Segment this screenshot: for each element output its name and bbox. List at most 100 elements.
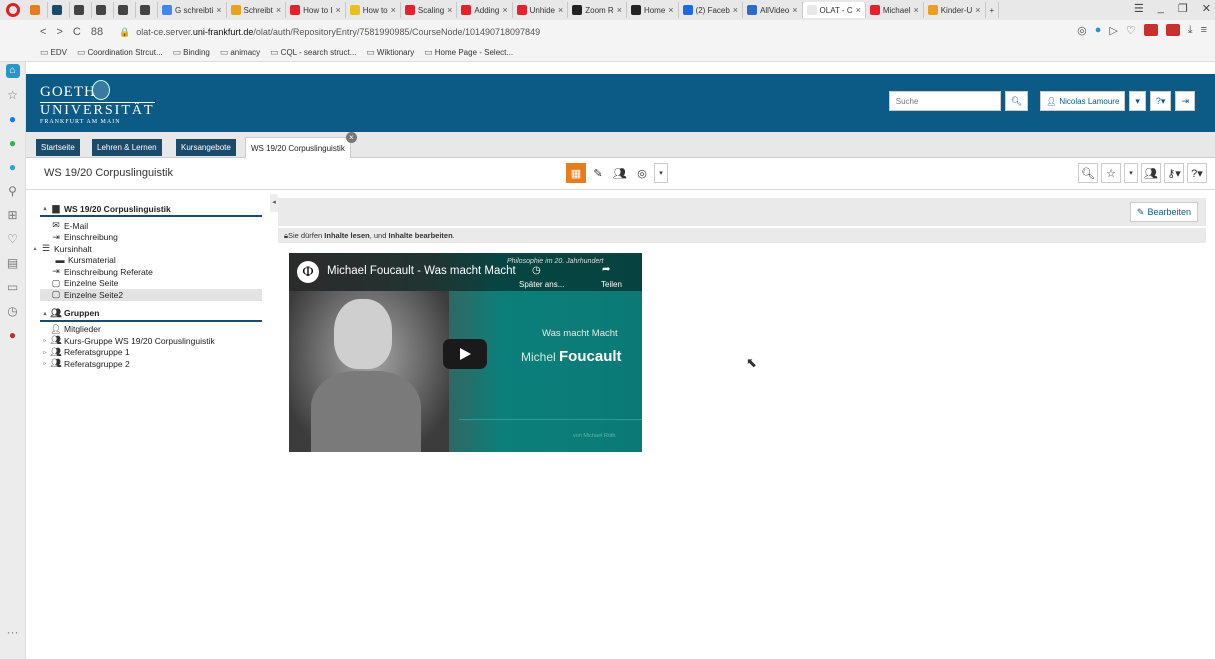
more-icon[interactable]: ···	[7, 625, 19, 639]
play-button[interactable]	[443, 339, 487, 369]
close-tab-icon[interactable]: ×	[216, 5, 221, 15]
settings-tool-button[interactable]: ◎	[632, 163, 652, 183]
close-tab-icon[interactable]: ×	[792, 5, 797, 15]
members-tool-button[interactable]: 👥︎	[610, 163, 630, 183]
logout-button[interactable]: ⇥	[1175, 91, 1195, 111]
close-tab-icon[interactable]: ×	[975, 5, 980, 15]
menu-item-kursinhalt[interactable]: ▴ ☰ Kursinhalt	[30, 243, 262, 255]
collapse-icon[interactable]: ▴	[40, 310, 50, 317]
menu-item-einschreibung[interactable]: ⇥ Einschreibung	[40, 232, 262, 244]
close-tab-icon[interactable]: ×	[335, 5, 340, 15]
close-tab-icon[interactable]: ×	[913, 5, 918, 15]
close-tab-icon[interactable]: ×	[617, 5, 622, 15]
edit-tool-button[interactable]: ✎	[588, 163, 608, 183]
group-item-mitglieder[interactable]: 👤︎ Mitglieder	[40, 324, 262, 336]
bookmark-item[interactable]: ▭ Binding	[173, 47, 210, 58]
course-content-button[interactable]: ▦	[566, 163, 586, 183]
help-button[interactable]: ?▾	[1149, 91, 1172, 111]
help-course-button[interactable]: ?▾	[1187, 163, 1207, 183]
collapse-icon[interactable]: ▴	[30, 245, 40, 252]
browser-tab[interactable]: How to I ×	[286, 2, 346, 18]
opera-logo-icon[interactable]	[6, 3, 20, 17]
browser-tab[interactable]: (2) Faceb ×	[679, 2, 744, 18]
share-icon[interactable]: ➦	[602, 264, 610, 275]
heart-icon[interactable]: ♡	[1126, 24, 1136, 37]
expand-icon[interactable]: ▹	[40, 360, 50, 367]
search-course-button[interactable]: 🔍︎	[1078, 163, 1098, 183]
browser-tab[interactable]	[92, 2, 114, 18]
search-icon[interactable]: ⚲	[6, 184, 20, 198]
new-tab-button[interactable]: +	[986, 2, 1000, 18]
browser-tab[interactable]: Kinder-U ×	[924, 2, 986, 18]
bookmark-dropdown[interactable]: ▾	[1124, 163, 1138, 183]
bookmark-button[interactable]: ☆	[1101, 163, 1121, 183]
user-menu-button[interactable]: 👤︎ Nicolas Lamoure	[1040, 91, 1126, 111]
close-tab-icon[interactable]: ×	[668, 5, 673, 15]
browser-tab[interactable]	[136, 2, 158, 18]
vpn-icon[interactable]: ●	[6, 328, 20, 342]
url-field[interactable]: olat-ce.server.uni-frankfurt.de/olat/aut…	[136, 27, 540, 37]
expand-icon[interactable]: ▹	[40, 349, 50, 356]
close-tab-icon[interactable]: ×	[276, 5, 281, 15]
browser-tab[interactable]: How to ×	[346, 2, 401, 18]
group-item-referatsgruppe1[interactable]: ▹ 👥︎ Referatsgruppe 1	[40, 347, 262, 359]
snapshot-icon[interactable]: ▭	[6, 280, 20, 294]
camera-icon[interactable]: ◎	[1077, 24, 1087, 37]
bookmark-item[interactable]: ▭ animacy	[220, 47, 260, 58]
bookmark-item[interactable]: ▭ Wiktionary	[366, 47, 414, 58]
browser-tab[interactable]: Unhide ×	[513, 2, 569, 18]
reload-icon[interactable]: C	[73, 26, 81, 38]
tools-dropdown[interactable]: ▾	[654, 163, 668, 183]
menu-item-einzelne-seite[interactable]: ▢ Einzelne Seite	[40, 278, 262, 290]
bookmark-item[interactable]: ▭ Home Page - Select...	[424, 47, 513, 58]
tab-kursangebote[interactable]: Kursangebote	[176, 139, 236, 156]
browser-tab[interactable]: Adding ×	[457, 2, 513, 18]
extension-icon-1[interactable]	[1143, 24, 1158, 36]
close-tab-icon[interactable]: ×	[345, 132, 357, 143]
grid-icon[interactable]: ⊞	[6, 208, 20, 222]
collapse-icon[interactable]: ▴	[40, 205, 50, 212]
tab-lehren-lernen[interactable]: Lehren & Lernen	[92, 139, 162, 156]
group-item-referatsgruppe2[interactable]: ▹ 👥︎ Referatsgruppe 2	[40, 358, 262, 370]
back-icon[interactable]: <	[40, 26, 46, 38]
collapse-menu-button[interactable]: ◂	[270, 194, 278, 212]
history-icon[interactable]: ◷	[6, 304, 20, 318]
close-tab-icon[interactable]: ×	[733, 5, 738, 15]
forward-icon[interactable]: >	[56, 26, 62, 38]
channel-avatar-icon[interactable]: Φ	[297, 261, 319, 283]
download-icon[interactable]: ⤓	[1188, 24, 1193, 37]
browser-tab[interactable]: Zoom R ×	[568, 2, 627, 18]
menu-item-kursmaterial[interactable]: ▬ Kursmaterial	[40, 255, 262, 267]
browser-tab[interactable]	[26, 2, 48, 18]
messenger-icon[interactable]: ●	[6, 112, 20, 126]
edit-button[interactable]: ✎ Bearbeiten	[1129, 202, 1198, 222]
close-tab-icon[interactable]: ×	[502, 5, 507, 15]
tree-root-node[interactable]: ▴ ▆ WS 19/20 Corpuslinguistik	[40, 202, 262, 217]
goethe-logo[interactable]: GOETHE UNIVERSITÄT FRANKFURT AM MAIN	[40, 80, 155, 125]
whatsapp-icon[interactable]: ●	[6, 136, 20, 150]
browser-tab[interactable]: Schreibt ×	[227, 2, 287, 18]
menu-item-email[interactable]: ✉ E-Mail	[40, 220, 262, 232]
easy-setup-icon[interactable]: ≡	[1201, 24, 1207, 37]
extension-icon-2[interactable]	[1165, 24, 1180, 36]
groups-button[interactable]: 👥︎	[1141, 163, 1161, 183]
search-input[interactable]	[888, 91, 1001, 111]
watch-later-label[interactable]: Später ans...	[519, 280, 564, 289]
tab-course[interactable]: WS 19/20 Corpuslinguistik ×	[245, 132, 357, 158]
notes-icon[interactable]: ▤	[6, 256, 20, 270]
youtube-video-embed[interactable]: Φ Michael Foucault - Was macht Macht Phi…	[289, 253, 642, 452]
menu-item-einschreibung-referate[interactable]: ⇥ Einschreibung Referate	[40, 266, 262, 278]
close-tab-icon[interactable]: ×	[856, 5, 861, 15]
browser-tab[interactable]: Michael ×	[866, 2, 924, 18]
close-window-icon[interactable]: ✕	[1202, 2, 1211, 15]
browser-tab[interactable]: Scaling ×	[401, 2, 458, 18]
bookmark-item[interactable]: ▭ Coordination Strcut...	[77, 47, 163, 58]
star-icon[interactable]: ☆	[6, 88, 20, 102]
minimize-icon[interactable]: _	[1158, 2, 1164, 15]
user-dropdown-caret[interactable]: ▾	[1129, 91, 1146, 111]
close-tab-icon[interactable]: ×	[558, 5, 563, 15]
telegram-icon[interactable]: ●	[6, 160, 20, 174]
close-tab-icon[interactable]: ×	[391, 5, 396, 15]
groups-section[interactable]: ▴ 👥︎ Gruppen	[40, 307, 262, 322]
speed-dial-icon[interactable]: 88	[91, 26, 103, 38]
